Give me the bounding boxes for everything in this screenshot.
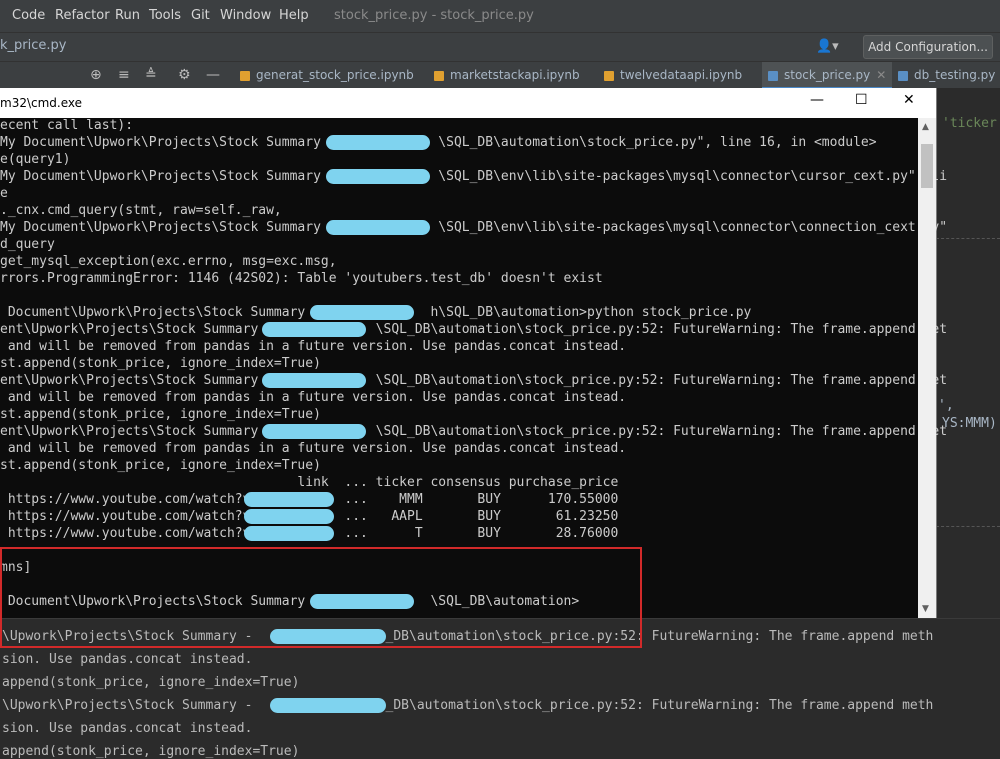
window-title: stock_price.py - stock_price.py [334,8,534,23]
cmd-window[interactable]: m32\cmd.exe — ☐ ✕ ecent call last): My D… [0,88,947,648]
notebook-icon [604,70,614,81]
terminal-line: ent\Upwork\Projects\Stock Summary - \SQL… [0,424,948,439]
separator [936,238,1000,239]
crosshair-icon[interactable]: ⊕ [90,67,102,83]
terminal-line: st.append(stonk_price, ignore_index=True… [0,356,321,371]
python-file-icon [898,70,908,81]
dataframe-highlight-box [0,547,642,648]
python-file-icon [768,70,778,81]
maximize-icon[interactable]: ☐ [855,92,868,108]
output-line: sion. Use pandas.concat instead. [2,721,253,736]
redaction-mark [244,492,334,507]
terminal-line: ecent call last): [0,118,134,133]
tab-label: generat_stock_price.ipynb [256,68,414,82]
notebook-icon [240,70,250,81]
tab-marketstackapi[interactable]: marketstackapi.ipynb [434,62,580,89]
terminal-line: rrors.ProgrammingError: 1146 (42S02): Ta… [0,271,603,286]
menu-run[interactable]: Run [115,8,140,23]
user-icon[interactable]: 👤▾ [816,39,839,54]
redaction-mark [326,220,430,235]
scroll-down-icon[interactable]: ▼ [922,604,929,614]
redaction-mark [262,373,366,388]
tab-generat-stock-price[interactable]: generat_stock_price.ipynb [240,62,414,89]
tab-db-testing[interactable]: db_testing.py [898,62,995,89]
menu-code[interactable]: Code [12,8,45,23]
terminal-line: My Document\Upwork\Projects\Stock Summar… [0,135,877,150]
redaction-mark [262,322,366,337]
tab-label: twelvedataapi.ipynb [620,68,743,82]
terminal-line: ent\Upwork\Projects\Stock Summary - \SQL… [0,373,948,388]
navigation-bar: k_price.py 👤▾ Add Configuration... [0,32,1000,61]
redaction-mark [270,698,386,713]
menu-bar: Code Refactor Run Tools Git Window Help … [0,0,1000,32]
menu-tools[interactable]: Tools [149,8,181,23]
terminal-line: and will be removed from pandas in a fut… [0,441,627,456]
minimize-icon[interactable]: — [810,92,824,108]
terminal-line: ent\Upwork\Projects\Stock Summary - \SQL… [0,322,948,337]
terminal-line: e(query1) [0,152,71,167]
editor-snippet: 'ticker [942,116,997,131]
terminal-output[interactable]: ecent call last): My Document\Upwork\Pro… [0,118,947,618]
tab-label: stock_price.py [784,68,871,82]
collapse-all-icon[interactable]: ≡ [118,67,130,83]
breadcrumb-file[interactable]: k_price.py [0,38,66,53]
terminal-line: ._cnx.cmd_query(stmt, raw=self._raw, [0,203,282,218]
separator [936,526,1000,527]
terminal-line: st.append(stonk_price, ignore_index=True… [0,407,321,422]
terminal-line: st.append(stonk_price, ignore_index=True… [0,458,321,473]
editor-snippet: ', [938,398,954,413]
redaction-mark [262,424,366,439]
scrollbar-thumb[interactable] [921,144,933,188]
terminal-line: and will be removed from pandas in a fut… [0,390,627,405]
output-line: append(stonk_price, ignore_index=True) [2,744,300,759]
menu-window[interactable]: Window [220,8,271,23]
menu-refactor[interactable]: Refactor [55,8,110,23]
expand-all-icon[interactable]: ≜ [145,67,157,83]
output-line: sion. Use pandas.concat instead. [2,652,253,667]
redaction-mark [244,509,334,524]
scroll-up-icon[interactable]: ▲ [922,122,929,132]
editor-tabs-bar: ⊕ ≡ ≜ ⚙ — generat_stock_price.ipynb mark… [0,61,1000,89]
notebook-icon [434,70,444,81]
code-editor[interactable]: 'ticker ', YS:MMM) [936,88,1000,618]
scrollbar[interactable]: ▲ ▼ [918,118,936,618]
redaction-mark [244,526,334,541]
dataframe-header: link ... ticker consensus purchase_price [0,475,619,490]
output-line: append(stonk_price, ignore_index=True) [2,675,300,690]
redaction-mark [310,305,414,320]
minimize-icon[interactable]: — [206,67,220,83]
terminal-line: d_query [0,237,55,252]
redaction-mark [326,169,430,184]
close-icon[interactable]: ✕ [876,68,886,82]
editor-snippet: YS:MMM) [942,416,997,431]
tab-label: db_testing.py [914,68,996,82]
menu-help[interactable]: Help [279,8,309,23]
redaction-mark [326,135,430,150]
cmd-titlebar[interactable]: m32\cmd.exe — ☐ ✕ [0,88,936,118]
cmd-title: m32\cmd.exe [0,96,83,110]
tab-label: marketstackapi.ipynb [450,68,580,82]
terminal-line: My Document\Upwork\Projects\Stock Summar… [0,169,948,184]
terminal-line: and will be removed from pandas in a fut… [0,339,627,354]
terminal-line: get_mysql_exception(exc.errno, msg=exc.m… [0,254,337,269]
gear-icon[interactable]: ⚙ [178,67,191,83]
terminal-line: My Document\Upwork\Projects\Stock Summar… [0,220,948,235]
menu-git[interactable]: Git [191,8,210,23]
close-icon[interactable]: ✕ [903,92,915,108]
output-line: \Upwork\Projects\Stock Summary - \SQL_DB… [2,698,934,713]
add-configuration-button[interactable]: Add Configuration... [863,35,993,59]
tab-twelvedataapi[interactable]: twelvedataapi.ipynb [604,62,742,89]
tab-stock-price[interactable]: stock_price.py ✕ [762,62,893,89]
terminal-line: e [0,186,8,201]
